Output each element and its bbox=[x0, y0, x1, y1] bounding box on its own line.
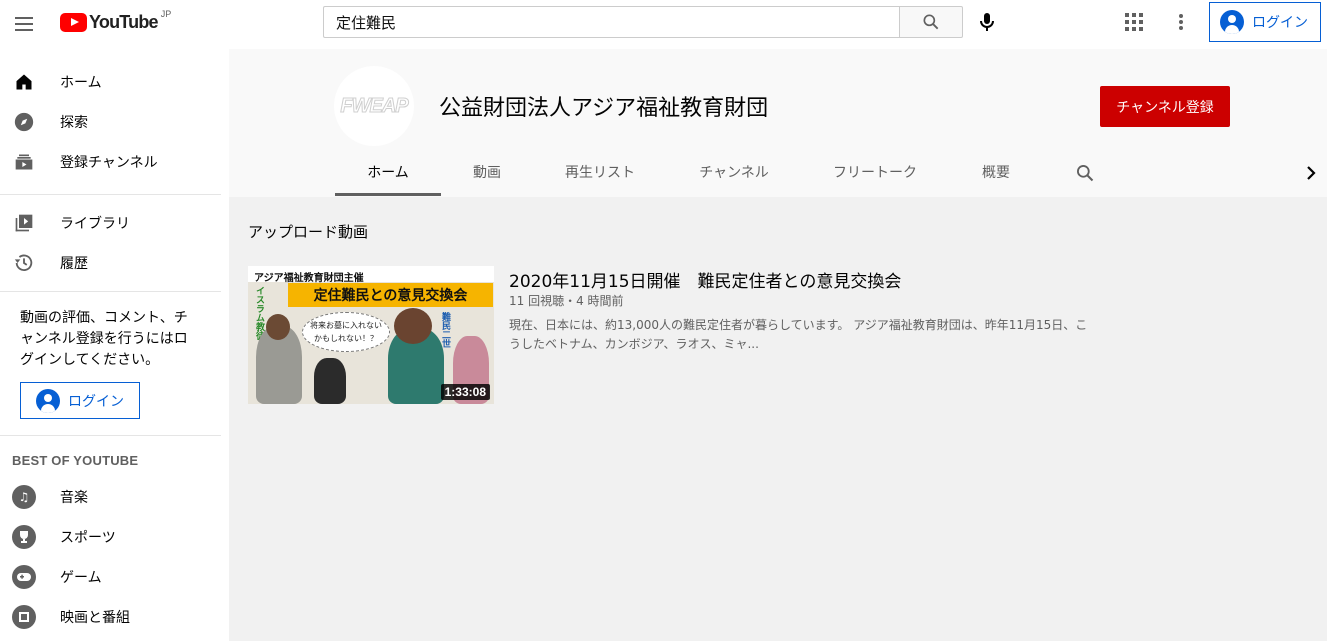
gaming-icon bbox=[12, 565, 36, 589]
thumbnail-speech-bubble: 将来お墓に入れない かもしれない！？ bbox=[302, 312, 390, 352]
search-bar bbox=[323, 6, 963, 38]
sidebar-item-label: 音楽 bbox=[60, 490, 88, 506]
subscribe-button[interactable]: チャンネル登録 bbox=[1100, 86, 1230, 127]
section-heading: BEST OF YOUTUBE bbox=[12, 453, 139, 468]
music-icon: ♫ bbox=[12, 485, 36, 509]
thumbnail-side-label-right: 難民二世 bbox=[440, 312, 450, 348]
home-icon bbox=[12, 70, 36, 94]
tabs-scroll-right-button[interactable] bbox=[1301, 162, 1321, 184]
channel-content: アップロード動画 アジア福祉教育財団主催 定住難民との意見交換会 イスラム教徒 … bbox=[229, 197, 1327, 641]
channel-header: FWEAP 公益財団法人アジア福祉教育財団 チャンネル登録 ホーム 動画 再生リ… bbox=[229, 49, 1327, 197]
sidebar-item-label: ホーム bbox=[60, 75, 102, 91]
sidebar-item-movies[interactable]: 映画と番組 bbox=[0, 597, 229, 637]
library-icon bbox=[12, 211, 36, 235]
signin-message: 動画の評価、コメント、チャンネル登録を行うにはログインしてください。 bbox=[20, 310, 188, 368]
thumbnail-banner: 定住難民との意見交換会 bbox=[288, 283, 493, 307]
subscriptions-icon bbox=[12, 150, 36, 174]
thumbnail-top-text: アジア福祉教育財団主催 bbox=[248, 266, 494, 284]
top-bar: YouTube JP ログイン bbox=[0, 0, 1327, 49]
account-icon bbox=[1220, 10, 1244, 34]
uploads-section-title[interactable]: アップロード動画 bbox=[248, 221, 368, 242]
thumbnail-person bbox=[314, 358, 346, 404]
logo-region: JP bbox=[160, 9, 172, 19]
account-icon bbox=[36, 388, 60, 413]
history-icon bbox=[12, 251, 36, 275]
sidebar-item-label: 映画と番組 bbox=[60, 610, 130, 626]
video-duration: 1:33:08 bbox=[440, 384, 490, 400]
bubble-line: かもしれない！？ bbox=[314, 334, 378, 343]
apps-button[interactable] bbox=[1122, 10, 1146, 34]
video-title[interactable]: 2020年11月15日開催 難民定住者との意見交換会 bbox=[509, 267, 901, 292]
chevron-right-icon bbox=[1307, 166, 1316, 180]
tab-channels[interactable]: チャンネル bbox=[679, 148, 789, 196]
sidebar-divider bbox=[0, 194, 221, 195]
video-description: 現在、日本には、約13,000人の難民定住者が暮らしています。 アジア福祉教育財… bbox=[509, 318, 1088, 351]
channel-search-button[interactable] bbox=[1075, 163, 1095, 183]
thumbnail-person-head bbox=[394, 308, 432, 344]
sidebar-item-sports[interactable]: スポーツ bbox=[0, 517, 229, 557]
tab-about[interactable]: 概要 bbox=[959, 148, 1033, 196]
movies-icon bbox=[12, 605, 36, 629]
login-label: ログイン bbox=[1252, 15, 1308, 31]
sidebar-item-label: 登録チャンネル bbox=[60, 155, 158, 171]
channel-name: 公益財団法人アジア福祉教育財団 bbox=[439, 96, 769, 121]
search-button[interactable] bbox=[899, 6, 963, 38]
channel-logo-text: FWEAP bbox=[340, 94, 409, 117]
sidebar-item-label: 履歴 bbox=[60, 256, 88, 272]
tab-free-talk[interactable]: フリートーク bbox=[819, 148, 931, 196]
sidebar-divider bbox=[0, 291, 221, 292]
login-button[interactable]: ログイン bbox=[1209, 2, 1321, 42]
menu-icon[interactable] bbox=[12, 12, 36, 36]
settings-more-button[interactable] bbox=[1169, 10, 1193, 34]
sidebar-item-label: スポーツ bbox=[60, 530, 116, 546]
explore-icon bbox=[12, 110, 36, 134]
tab-playlists[interactable]: 再生リスト bbox=[547, 148, 653, 196]
sidebar-item-explore[interactable]: 探索 bbox=[0, 102, 229, 142]
bubble-line: 将来お墓に入れない bbox=[310, 321, 382, 330]
video-meta: 11 回視聴・4 時間前 bbox=[509, 294, 624, 308]
search-icon bbox=[1077, 165, 1094, 182]
sidebar-item-music[interactable]: ♫ 音楽 bbox=[0, 477, 229, 517]
sidebar-item-label: ゲーム bbox=[60, 570, 102, 586]
thumbnail-person-head bbox=[266, 314, 290, 340]
tab-videos[interactable]: 動画 bbox=[441, 148, 533, 196]
logo-text: YouTube bbox=[89, 12, 159, 32]
trophy-icon bbox=[12, 525, 36, 549]
video-thumbnail[interactable]: アジア福祉教育財団主催 定住難民との意見交換会 イスラム教徒 将来お墓に入れない… bbox=[248, 266, 494, 404]
sidebar-item-history[interactable]: 履歴 bbox=[0, 243, 229, 283]
search-input[interactable] bbox=[323, 6, 899, 38]
sidebar-item-home[interactable]: ホーム bbox=[0, 62, 229, 102]
apps-grid-icon bbox=[1125, 13, 1143, 31]
sidebar-item-gaming[interactable]: ゲーム bbox=[0, 557, 229, 597]
login-label: ログイン bbox=[68, 393, 124, 410]
sidebar-login-button[interactable]: ログイン bbox=[20, 382, 140, 419]
voice-search-button[interactable] bbox=[974, 9, 1000, 35]
sidebar-item-subscriptions[interactable]: 登録チャンネル bbox=[0, 142, 229, 182]
channel-avatar[interactable]: FWEAP bbox=[334, 66, 414, 146]
youtube-logo[interactable]: YouTube JP bbox=[60, 9, 172, 33]
sidebar-item-label: ライブラリ bbox=[60, 216, 130, 232]
sidebar-divider bbox=[0, 435, 221, 436]
search-icon bbox=[923, 14, 939, 30]
youtube-play-icon bbox=[60, 13, 87, 32]
tab-home[interactable]: ホーム bbox=[335, 148, 441, 196]
microphone-icon bbox=[980, 13, 994, 31]
more-vert-icon bbox=[1179, 14, 1183, 30]
sidebar-item-library[interactable]: ライブラリ bbox=[0, 203, 229, 243]
sidebar: ホーム 探索 登録チャンネル ライブラリ 履歴 動画の評価、コメント、チャンネル… bbox=[0, 49, 229, 641]
sidebar-item-label: 探索 bbox=[60, 115, 88, 131]
